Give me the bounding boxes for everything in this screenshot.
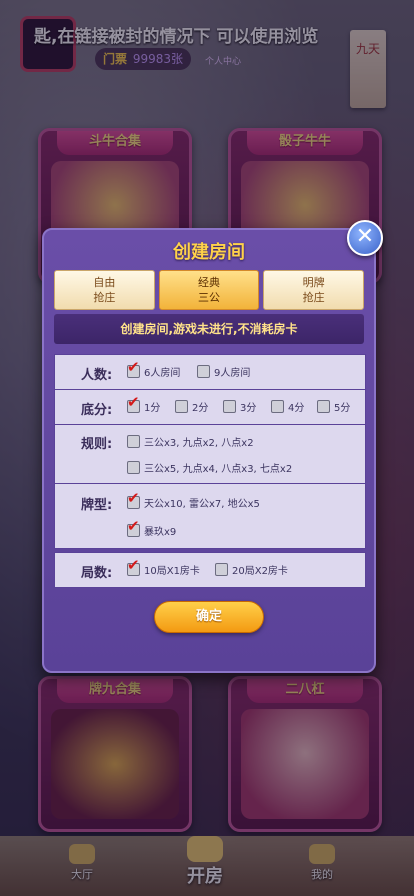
tab-line2: 三公 [198, 291, 220, 304]
tab-open-banker[interactable]: 明牌 抢庄 [263, 270, 365, 310]
checkbox[interactable] [271, 400, 284, 413]
rules-row: 规则: 三公x3, 九点x2, 八点x2 三公x5, 九点x4, 八点x3, 七… [54, 424, 366, 484]
checkbox[interactable] [223, 400, 236, 413]
confirm-button[interactable]: 确定 [154, 601, 264, 633]
tab-line2: 抢庄 [302, 291, 325, 304]
option-rule-1[interactable]: 三公x3, 九点x2, 八点x2 [127, 435, 254, 449]
option-text: 暴玖x9 [144, 527, 177, 538]
option-text: 三公x3, 九点x2, 八点x2 [144, 438, 254, 449]
option-text: 9人房间 [214, 368, 251, 379]
option-text: 20局X2房卡 [232, 566, 288, 577]
card-types-row: 牌型: 天公x10, 雷公x7, 地公x5 暴玖x9 [54, 483, 366, 549]
option-card-type-2[interactable]: 暴玖x9 [127, 519, 177, 538]
checkbox-checked[interactable] [127, 519, 140, 537]
checkbox-checked[interactable] [127, 360, 140, 378]
checkbox[interactable] [215, 563, 228, 576]
option-text: 4分 [288, 403, 305, 414]
create-room-modal: 创建房间 自由 抢庄 经典 三公 明牌 抢庄 创建房间,游戏未进行,不消耗房卡 … [42, 228, 376, 673]
option-10-rounds[interactable]: 10局X1房卡 [127, 558, 200, 577]
base-score-label: 底分: [81, 403, 113, 418]
option-text: 10局X1房卡 [144, 566, 200, 577]
checkbox[interactable] [197, 365, 210, 378]
option-text: 3分 [240, 403, 257, 414]
option-3-point[interactable]: 3分 [223, 400, 256, 414]
option-20-rounds[interactable]: 20局X2房卡 [215, 563, 288, 577]
players-row: 人数: 6人房间 9人房间 [54, 354, 366, 390]
rounds-row: 局数: 10局X1房卡 20局X2房卡 [54, 552, 366, 588]
card-types-label: 牌型: [81, 498, 113, 513]
checkbox[interactable] [175, 400, 188, 413]
players-label: 人数: [81, 368, 113, 383]
notice-banner: 创建房间,游戏未进行,不消耗房卡 [54, 314, 364, 344]
modal-title: 创建房间 [173, 242, 245, 263]
option-text: 6人房间 [144, 368, 181, 379]
close-icon[interactable]: ✕ [347, 220, 383, 256]
tab-classic-sangong[interactable]: 经典 三公 [158, 270, 260, 310]
rules-label: 规则: [81, 437, 113, 452]
option-4-point[interactable]: 4分 [271, 400, 304, 414]
tab-line2: 抢庄 [93, 291, 116, 304]
option-text: 1分 [144, 403, 161, 414]
option-2-point[interactable]: 2分 [175, 400, 208, 414]
checkbox[interactable] [317, 400, 330, 413]
rounds-label: 局数: [81, 566, 113, 581]
option-6-players[interactable]: 6人房间 [127, 360, 181, 379]
option-rule-2[interactable]: 三公x5, 九点x4, 八点x3, 七点x2 [127, 461, 292, 475]
option-text: 5分 [334, 403, 351, 414]
option-card-type-1[interactable]: 天公x10, 雷公x7, 地公x5 [127, 491, 260, 510]
tab-free-banker[interactable]: 自由 抢庄 [54, 270, 155, 310]
base-score-row: 底分: 1分 2分 3分 4分 5分 [54, 389, 366, 425]
tab-line1: 明牌 [302, 276, 325, 289]
option-text: 天公x10, 雷公x7, 地公x5 [144, 499, 260, 510]
mode-tabs: 自由 抢庄 经典 三公 明牌 抢庄 [54, 270, 365, 310]
option-5-point[interactable]: 5分 [317, 400, 350, 414]
tab-line1: 经典 [198, 276, 220, 289]
option-9-players[interactable]: 9人房间 [197, 365, 250, 379]
checkbox[interactable] [127, 461, 140, 474]
checkbox[interactable] [127, 435, 140, 448]
checkbox-checked[interactable] [127, 558, 140, 576]
checkbox-checked[interactable] [127, 491, 140, 509]
option-text: 2分 [192, 403, 209, 414]
checkbox-checked[interactable] [127, 395, 140, 413]
option-1-point[interactable]: 1分 [127, 395, 161, 414]
tab-line1: 自由 [93, 276, 116, 289]
option-text: 三公x5, 九点x4, 八点x3, 七点x2 [144, 464, 293, 475]
